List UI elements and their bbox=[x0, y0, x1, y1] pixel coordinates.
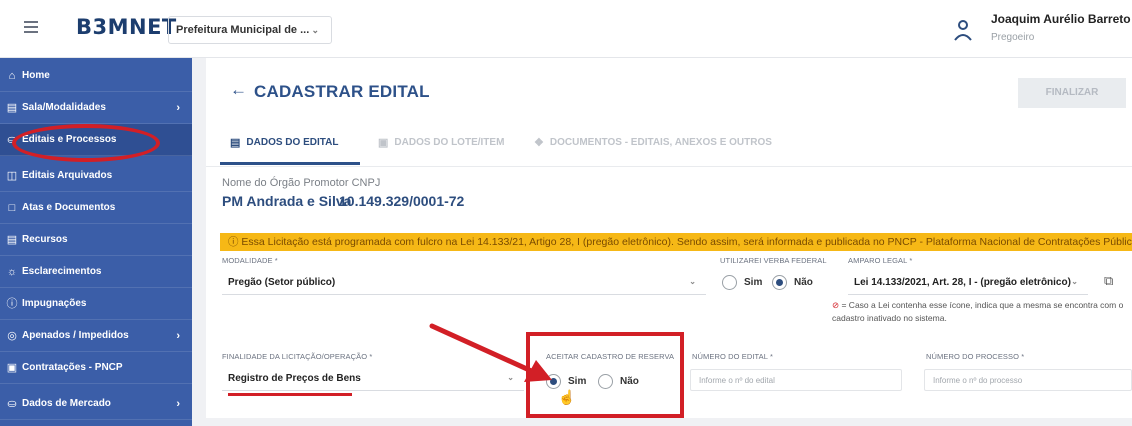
sidebar-item-label: Editais Arquivados bbox=[22, 170, 113, 181]
user-role: Pregoeiro bbox=[991, 32, 1035, 43]
sidebar-item-label: Recursos bbox=[22, 234, 68, 245]
box-icon: ▣ bbox=[378, 137, 389, 149]
annotation-ellipse bbox=[12, 124, 160, 162]
document-icon: ▤ bbox=[230, 137, 241, 149]
finalidade-label: FINALIDADE DA LICITAÇÃO/OPERAÇÃO * bbox=[222, 352, 373, 361]
cart-icon: ⛀ bbox=[7, 397, 17, 410]
archive-icon: ◫ bbox=[6, 169, 18, 182]
verba-sim-label: Sim bbox=[744, 277, 763, 288]
sidebar-item-label: Impugnações bbox=[22, 298, 87, 309]
sidebar-item-contratacoes-pncp[interactable]: ▣ Contratações - PNCP bbox=[0, 352, 192, 384]
back-arrow-icon[interactable]: ← bbox=[230, 80, 247, 100]
contract-icon: ▣ bbox=[6, 361, 18, 374]
chevron-down-icon: ⌄ bbox=[1071, 277, 1078, 286]
sidebar-item-label: Contratações - PNCP bbox=[22, 362, 123, 373]
tab-documentos[interactable]: ❖ DOCUMENTOS - EDITAIS, ANEXOS E OUTROS bbox=[534, 136, 772, 149]
finalidade-value: Registro de Preços de Bens bbox=[228, 373, 361, 384]
verba-nao-radio[interactable] bbox=[772, 275, 787, 290]
home-icon: ⌂ bbox=[8, 69, 16, 82]
blocked-icon: ◎ bbox=[7, 329, 17, 342]
tab-label: DADOS DO LOTE/ITEM bbox=[394, 137, 505, 148]
chevron-down-icon: ⌄ bbox=[311, 25, 319, 35]
organization-select-value: Prefeitura Municipal de ... bbox=[176, 24, 310, 36]
sidebar-item-impugnacoes[interactable]: ⓘ Impugnações bbox=[0, 288, 192, 320]
sidebar-item-home[interactable]: ⌂ Home bbox=[0, 60, 192, 92]
page-title: CADASTRAR EDITAL bbox=[254, 82, 430, 101]
finalidade-select[interactable]: Registro de Preços de Bens ⌄ bbox=[222, 365, 524, 391]
user-icon[interactable] bbox=[952, 18, 974, 42]
header-card: ← CADASTRAR EDITAL FINALIZAR ▤ DADOS DO … bbox=[206, 58, 1132, 168]
main-content: ← CADASTRAR EDITAL FINALIZAR ▤ DADOS DO … bbox=[206, 58, 1132, 426]
amparo-legal-select[interactable]: Lei 14.133/2021, Art. 28, I - (pregão el… bbox=[848, 269, 1088, 295]
hamburger-menu-icon[interactable] bbox=[24, 21, 38, 33]
numero-edital-label: NÚMERO DO EDITAL * bbox=[692, 352, 773, 361]
numero-processo-label: NÚMERO DO PROCESSO * bbox=[926, 352, 1025, 361]
orgao-label: Nome do Órgão Promotor CNPJ bbox=[222, 177, 381, 189]
amparo-legal-label: AMPARO LEGAL * bbox=[848, 256, 913, 265]
user-name[interactable]: Joaquim Aurélio Barreto N. bbox=[991, 12, 1132, 26]
modalidade-select[interactable]: Pregão (Setor público) ⌄ bbox=[222, 269, 706, 295]
finalize-button[interactable]: FINALIZAR bbox=[1018, 78, 1126, 108]
sidebar-item-esclarecimentos[interactable]: ☼ Esclarecimentos bbox=[0, 256, 192, 288]
attachment-icon: ❖ bbox=[534, 137, 544, 149]
chevron-down-icon: ⌄ bbox=[507, 373, 514, 382]
amparo-note-text: = Caso a Lei contenha esse ícone, indica… bbox=[832, 300, 1124, 323]
rooms-icon: ▤ bbox=[6, 101, 18, 114]
chevron-right-icon: › bbox=[176, 101, 180, 114]
amparo-note: ⊘ = Caso a Lei contenha esse ícone, indi… bbox=[832, 299, 1132, 325]
sidebar-item-dados-mercado[interactable]: ⛀ Dados de Mercado › bbox=[0, 388, 192, 420]
sidebar-item-label: Esclarecimentos bbox=[22, 266, 102, 277]
tab-label: DADOS DO EDITAL bbox=[246, 137, 339, 148]
sidebar-item-label: Atas e Documentos bbox=[22, 202, 116, 213]
annotation-box bbox=[526, 332, 684, 418]
sidebar-item-label: Sala/Modalidades bbox=[22, 102, 106, 113]
chevron-right-icon: › bbox=[176, 397, 180, 410]
alert-text: Essa Licitação está programada com fulcr… bbox=[241, 236, 1132, 248]
form-card: Nome do Órgão Promotor CNPJ PM Andrada e… bbox=[206, 166, 1132, 418]
tab-dados-do-edital[interactable]: ▤ DADOS DO EDITAL bbox=[230, 136, 338, 149]
amparo-legal-value: Lei 14.133/2021, Art. 28, I - (pregão el… bbox=[854, 277, 1071, 288]
chevron-right-icon: › bbox=[176, 329, 180, 342]
sidebar-item-label: Apenados / Impedidos bbox=[22, 330, 129, 341]
orgao-name: PM Andrada e Silva bbox=[222, 193, 352, 209]
alert-circle-icon: ⓘ bbox=[6, 297, 18, 310]
pncp-alert: ⓘ Essa Licitação está programada com ful… bbox=[220, 233, 1132, 251]
top-bar: B3MNET Prefeitura Municipal de ... ⌄ Joa… bbox=[0, 0, 1132, 58]
verba-nao-label: Não bbox=[794, 277, 813, 288]
sun-icon: ☼ bbox=[6, 265, 18, 278]
sidebar-item-recursos[interactable]: ▤ Recursos bbox=[0, 224, 192, 256]
sidebar-item-apenados-impedidos[interactable]: ◎ Apenados / Impedidos › bbox=[0, 320, 192, 352]
sidebar-item-label: Dados de Mercado bbox=[22, 398, 111, 409]
organization-select[interactable]: Prefeitura Municipal de ... ⌄ bbox=[168, 16, 332, 44]
sidebar: ⌂ Home ▤ Sala/Modalidades › ⛀ Editais e … bbox=[0, 58, 192, 426]
annotation-underline bbox=[228, 393, 352, 396]
chevron-down-icon: ⌄ bbox=[689, 277, 696, 286]
modalidade-label: MODALIDADE * bbox=[222, 256, 278, 265]
sidebar-item-sala-modalidades[interactable]: ▤ Sala/Modalidades › bbox=[0, 92, 192, 124]
orgao-cnpj: 10.149.329/0001-72 bbox=[339, 193, 465, 209]
app-logo: B3MNET bbox=[76, 15, 177, 39]
active-tab-indicator bbox=[220, 162, 360, 165]
sidebar-item-label: Home bbox=[22, 70, 50, 81]
tab-dados-do-lote-item[interactable]: ▣ DADOS DO LOTE/ITEM bbox=[378, 136, 504, 149]
document-icon: □ bbox=[8, 201, 16, 214]
numero-edital-placeholder: Informe o nº do edital bbox=[699, 376, 775, 385]
modalidade-value: Pregão (Setor público) bbox=[228, 277, 336, 288]
external-link-icon[interactable]: ⧉ bbox=[1104, 273, 1113, 289]
alert-icon: ⓘ bbox=[228, 236, 242, 248]
numero-edital-input[interactable]: Informe o nº do edital bbox=[690, 369, 902, 391]
mouse-cursor-icon: ☝ bbox=[558, 389, 576, 405]
verba-federal-label: UTILIZAREI VERBA FEDERAL bbox=[720, 256, 827, 265]
verba-sim-radio[interactable] bbox=[722, 275, 737, 290]
numero-processo-placeholder: Informe o nº do processo bbox=[933, 376, 1023, 385]
sidebar-item-editais-arquivados[interactable]: ◫ Editais Arquivados bbox=[0, 160, 192, 192]
sidebar-item-atas-documentos[interactable]: □ Atas e Documentos bbox=[0, 192, 192, 224]
resource-icon: ▤ bbox=[6, 233, 18, 246]
tab-label: DOCUMENTOS - EDITAIS, ANEXOS E OUTROS bbox=[549, 137, 772, 148]
numero-processo-input[interactable]: Informe o nº do processo bbox=[924, 369, 1132, 391]
